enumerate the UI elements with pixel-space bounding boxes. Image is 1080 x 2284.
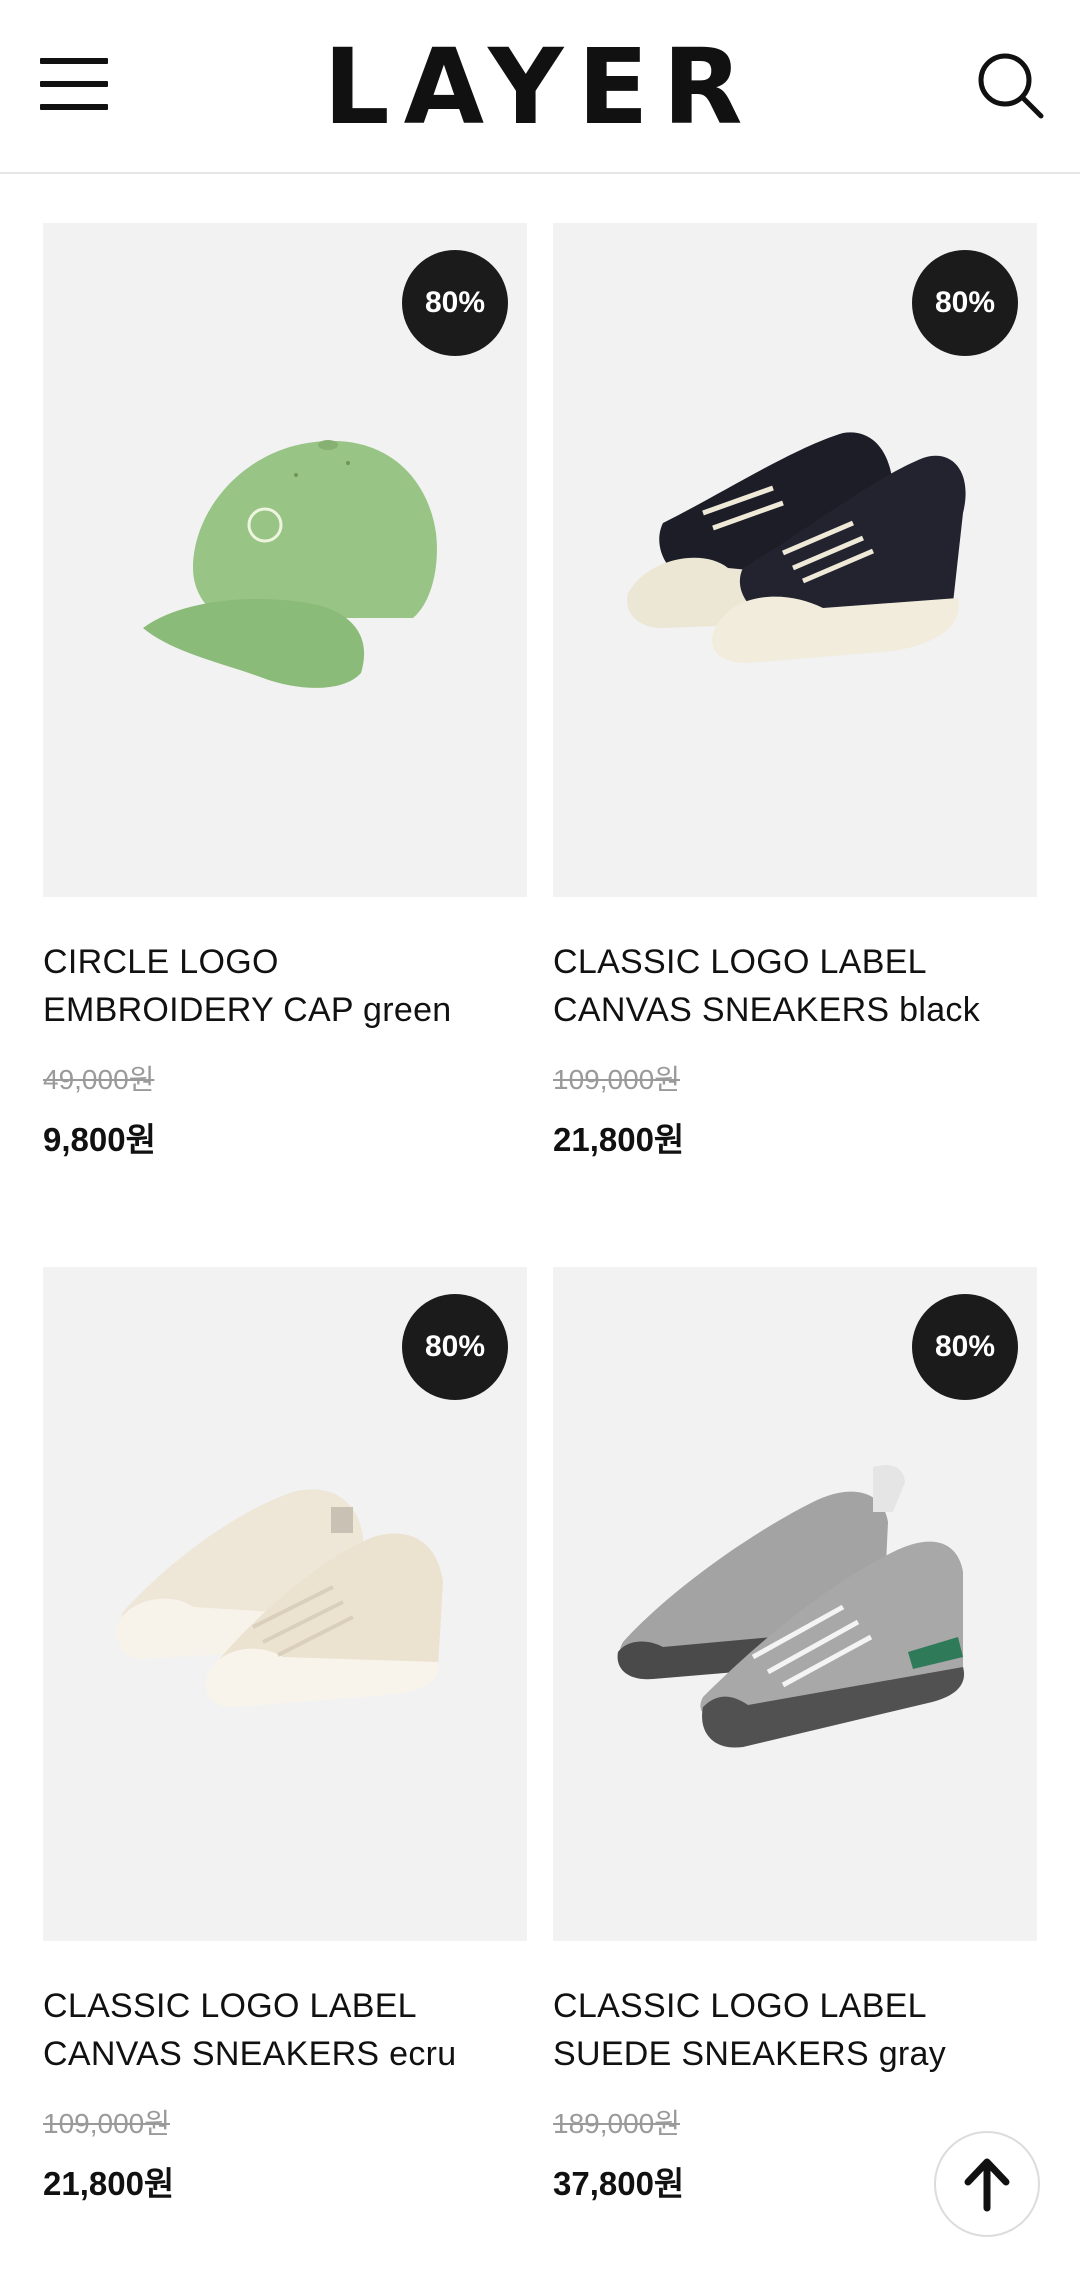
brand-logo[interactable]: LAYER <box>0 32 1080 142</box>
original-price: 109,000원 <box>553 1064 680 1095</box>
product-name[interactable]: CIRCLE LOGO EMBROIDERY CAP green <box>43 938 527 1034</box>
original-price: 49,000원 <box>43 1064 155 1095</box>
discount-badge: 80% <box>402 250 508 356</box>
product-name[interactable]: CLASSIC LOGO LABEL SUEDE SNEAKERS gray <box>553 1982 1037 2078</box>
arrow-up-icon <box>964 2158 1010 2212</box>
product-thumbnail[interactable]: 80% <box>553 1267 1037 1941</box>
discount-badge: 80% <box>912 1294 1018 1400</box>
sale-price: 21,800원 <box>43 2165 175 2202</box>
product-thumbnail[interactable]: 80% <box>553 223 1037 897</box>
discount-badge: 80% <box>912 250 1018 356</box>
product-thumbnail[interactable]: 80% <box>43 223 527 897</box>
product-name[interactable]: CLASSIC LOGO LABEL CANVAS SNEAKERS black <box>553 938 1037 1034</box>
product-name[interactable]: CLASSIC LOGO LABEL CANVAS SNEAKERS ecru <box>43 1982 527 2078</box>
scroll-to-top-button[interactable] <box>934 2131 1040 2237</box>
original-price: 109,000원 <box>43 2108 170 2139</box>
product-thumbnail[interactable]: 80% <box>43 1267 527 1941</box>
sale-price: 21,800원 <box>553 1121 685 1158</box>
search-icon[interactable] <box>975 50 1045 120</box>
discount-badge: 80% <box>402 1294 508 1400</box>
sale-price: 37,800원 <box>553 2165 685 2202</box>
sale-price: 9,800원 <box>43 1121 156 1158</box>
original-price: 189,000원 <box>553 2108 680 2139</box>
app-header: LAYER <box>0 0 1080 174</box>
